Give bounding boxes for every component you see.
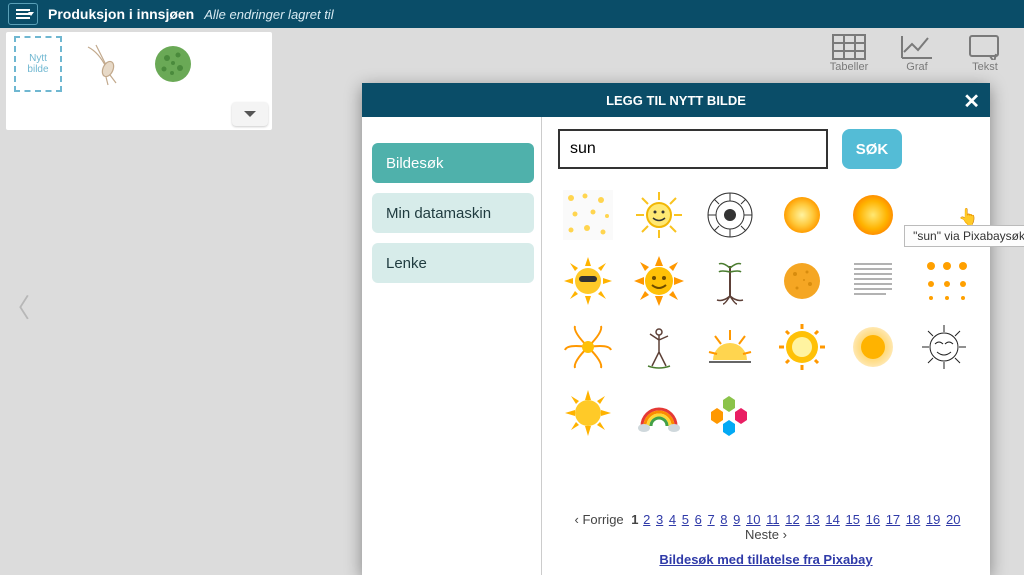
result-pattern[interactable] (558, 185, 618, 245)
tab-label: Lenke (386, 255, 427, 272)
app-topbar: Produksjon i innsjøen Alle endringer lag… (0, 0, 1024, 28)
result-dancer[interactable] (629, 317, 689, 377)
graph-icon (900, 34, 934, 60)
modal-title: LEGG TIL NYTT BILDE (606, 93, 746, 108)
tab-label: Bildesøk (386, 155, 444, 172)
pagination-page[interactable]: 17 (886, 512, 900, 527)
pagination-page[interactable]: 6 (695, 512, 702, 527)
cursor-icon: 👆 (958, 207, 978, 227)
pagination-page[interactable]: 8 (720, 512, 727, 527)
pagination-page[interactable]: 3 (656, 512, 663, 527)
result-sun-soft[interactable] (772, 185, 832, 245)
pagination-page[interactable]: 9 (733, 512, 740, 527)
tab-my-computer[interactable]: Min datamaskin (372, 193, 534, 233)
tool-label: Graf (906, 61, 927, 73)
result-rainbow[interactable] (629, 383, 689, 443)
new-image-label: Nytt bilde (18, 53, 58, 75)
result-pattern-dots[interactable] (914, 251, 974, 311)
table-icon (832, 34, 866, 60)
pagination-page[interactable]: 15 (846, 512, 860, 527)
pagination-next[interactable]: Neste › (745, 527, 787, 542)
modal-content: SØK (542, 117, 990, 575)
canvas-area: Nytt bilde Tabeller Graf Tekst 〈 (0, 28, 1024, 566)
document-title: Produksjon i innsjøen (48, 6, 194, 22)
pagination-page[interactable]: 10 (746, 512, 760, 527)
result-sunrise[interactable] (700, 317, 760, 377)
result-mandala[interactable] (700, 185, 760, 245)
add-image-modal: LEGG TIL NYTT BILDE ✕ Bildesøk Min datam… (362, 83, 990, 575)
result-hex-flowers[interactable] (700, 383, 760, 443)
right-toolbar: Tabeller Graf Tekst (824, 34, 1010, 73)
pagination-page[interactable]: 12 (785, 512, 799, 527)
attribution-link[interactable]: Bildesøk med tillatelse fra Pixabay (659, 552, 872, 567)
pagination-page[interactable]: 4 (669, 512, 676, 527)
result-sun-ring[interactable] (772, 317, 832, 377)
chevron-down-icon (28, 12, 34, 16)
result-sun-basic[interactable] (558, 383, 618, 443)
tool-tables[interactable]: Tabeller (824, 34, 874, 73)
tool-graph[interactable]: Graf (892, 34, 942, 73)
pagination-page[interactable]: 7 (707, 512, 714, 527)
modal-header: LEGG TIL NYTT BILDE ✕ (362, 83, 990, 117)
tab-label: Min datamaskin (386, 205, 491, 222)
search-results: 👆 "sun" via Pixabaysøk (558, 185, 974, 504)
result-sun-cool[interactable] (558, 251, 618, 311)
new-image-tile[interactable]: Nytt bilde (14, 36, 62, 92)
result-sun-blur[interactable] (843, 317, 903, 377)
thumb-algae[interactable] (148, 39, 198, 89)
insert-panel: Nytt bilde (6, 32, 272, 130)
pagination-page[interactable]: 19 (926, 512, 940, 527)
pagination-page[interactable]: 5 (682, 512, 689, 527)
tab-image-search[interactable]: Bildesøk (372, 143, 534, 183)
modal-tabs: Bildesøk Min datamaskin Lenke (362, 117, 542, 575)
result-sun-face[interactable] (629, 251, 689, 311)
expand-panel-button[interactable] (232, 102, 268, 126)
tool-label: Tabeller (830, 61, 869, 73)
pagination-page[interactable]: 2 (643, 512, 650, 527)
pagination-current: 1 (631, 512, 638, 527)
pagination-page[interactable]: 14 (825, 512, 839, 527)
chevron-down-icon (244, 111, 256, 117)
result-tooltip: "sun" via Pixabaysøk (904, 225, 1024, 247)
result-sun-engraving[interactable] (914, 317, 974, 377)
prev-slide-arrow[interactable]: 〈 (4, 288, 30, 325)
result-text-block[interactable] (843, 251, 903, 311)
pagination-page[interactable]: 11 (766, 512, 780, 527)
main-menu-button[interactable] (8, 3, 38, 25)
result-sun-glow[interactable] (843, 185, 903, 245)
attribution: Bildesøk med tillatelse fra Pixabay (558, 552, 974, 567)
pagination-page[interactable]: 20 (946, 512, 960, 527)
pagination-prev[interactable]: ‹ Forrige (575, 512, 624, 527)
result-sun-smile[interactable] (629, 185, 689, 245)
save-status: Alle endringer lagret til (204, 7, 333, 22)
result-tree-roots[interactable] (700, 251, 760, 311)
pagination-page[interactable]: 13 (805, 512, 819, 527)
thumb-copepod[interactable] (80, 39, 130, 89)
search-input[interactable] (558, 129, 828, 169)
tool-label: Tekst (972, 61, 998, 73)
text-icon (968, 34, 1002, 60)
result-sun-texture[interactable] (772, 251, 832, 311)
tool-text[interactable]: Tekst (960, 34, 1010, 73)
search-button[interactable]: SØK (842, 129, 902, 169)
result-sun-swirl[interactable] (558, 317, 618, 377)
pagination: ‹ Forrige 1 2 3 4 5 6 7 8 9 10 11 12 13 … (558, 512, 974, 542)
tab-link[interactable]: Lenke (372, 243, 534, 283)
pagination-page[interactable]: 18 (906, 512, 920, 527)
modal-close-button[interactable]: ✕ (963, 89, 980, 114)
pagination-page[interactable]: 16 (866, 512, 880, 527)
